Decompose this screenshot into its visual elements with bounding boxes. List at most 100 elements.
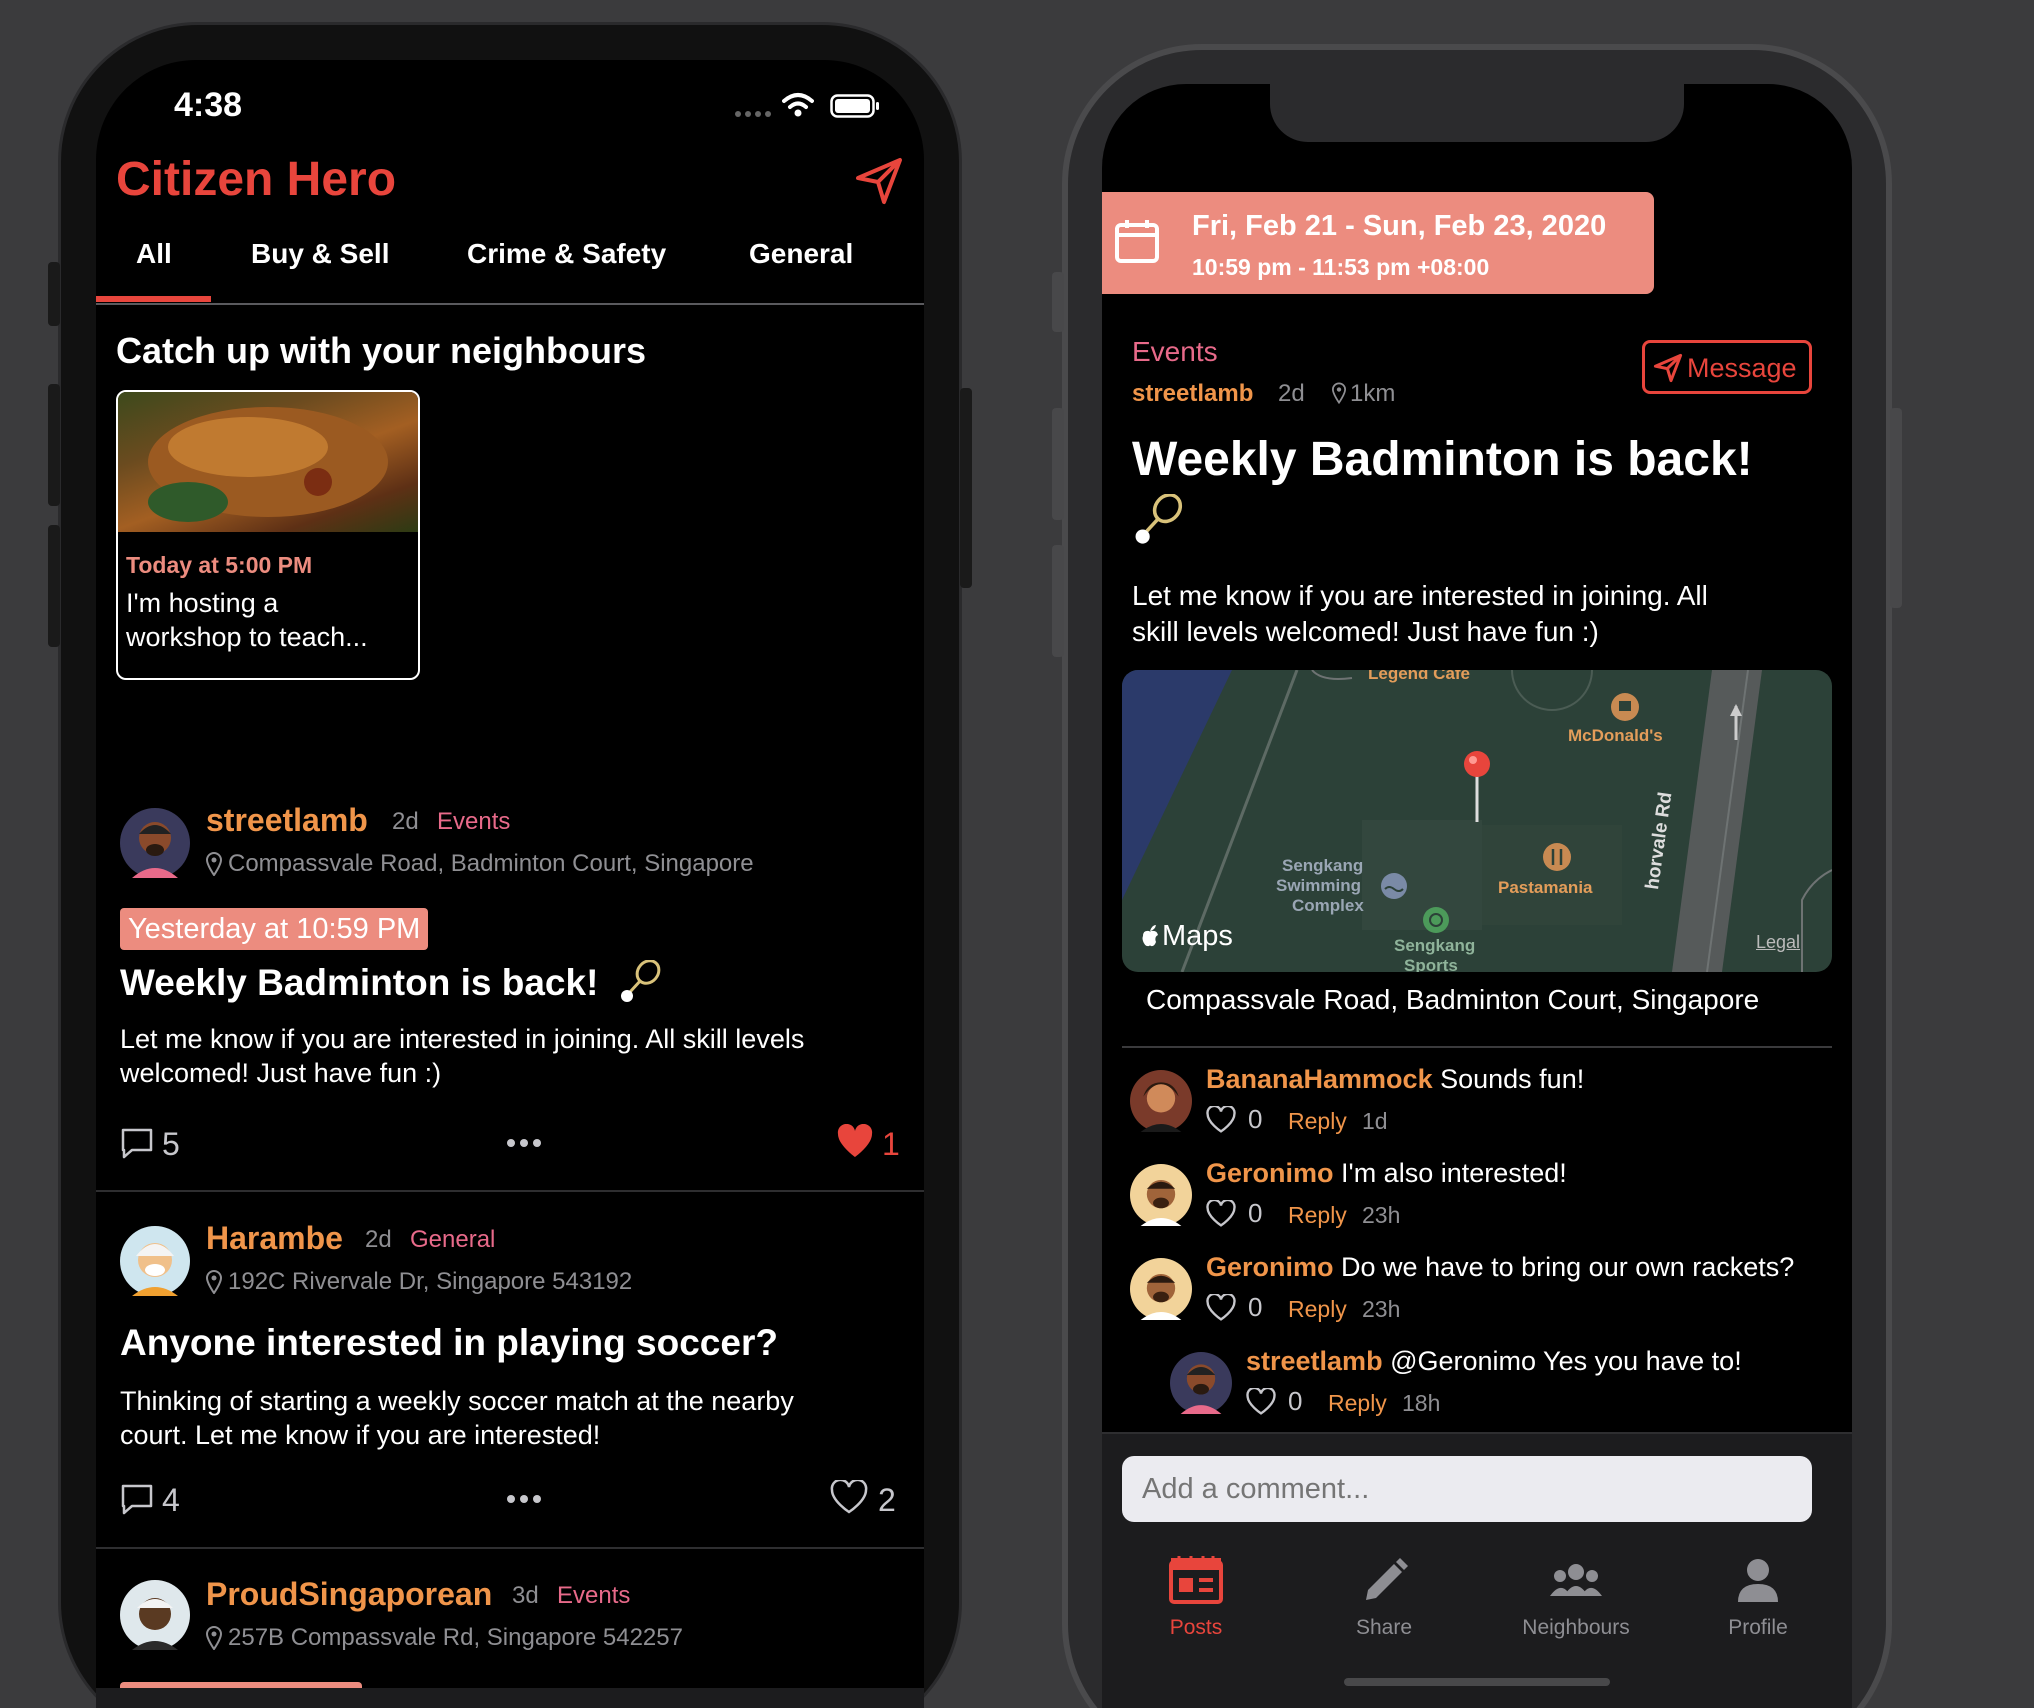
comment-author[interactable]: Geronimo — [1206, 1252, 1334, 1282]
post-body-1: Let me know if you are interested in joi… — [120, 1024, 805, 1054]
comment-count: 4 — [162, 1482, 180, 1518]
post-location: 192C Rivervale Dr, Singapore 543192 — [228, 1268, 633, 1295]
apple-logo-icon — [1140, 924, 1160, 948]
heart-outline-icon[interactable] — [1206, 1106, 1236, 1133]
more-options-icon[interactable] — [506, 1494, 542, 1504]
event-times: 10:59 pm - 11:53 pm +08:00 — [1192, 254, 1490, 280]
comment-likes: 0 — [1248, 1104, 1263, 1134]
heart-outline-icon[interactable] — [1206, 1200, 1236, 1227]
nav-posts[interactable]: Posts — [1122, 1556, 1270, 1640]
nav-neighbours[interactable]: Neighbours — [1486, 1556, 1666, 1640]
nav-share[interactable]: Share — [1310, 1556, 1458, 1640]
post-body-1: Let me know if you are interested in joi… — [1132, 580, 1708, 611]
reply-button[interactable]: Reply — [1288, 1108, 1347, 1135]
tab-buy-sell[interactable]: Buy & Sell — [251, 238, 389, 270]
app-title: Citizen Hero — [116, 153, 397, 206]
highlight-card-text-1: I'm hosting a — [126, 588, 279, 618]
map-label-mcdonalds: McDonald's — [1568, 726, 1663, 745]
post-body-2: skill levels welcomed! Just have fun :) — [1132, 616, 1599, 647]
food-image — [118, 392, 418, 532]
location-pin-icon — [1332, 382, 1346, 404]
reply-button[interactable]: Reply — [1288, 1202, 1347, 1229]
like-count: 1 — [882, 1126, 900, 1162]
nav-profile[interactable]: Profile — [1684, 1556, 1832, 1640]
post-body-1: Thinking of starting a weekly soccer mat… — [120, 1386, 794, 1416]
calendar-icon — [1114, 218, 1160, 264]
post-category[interactable]: Events — [437, 808, 510, 836]
comment-input[interactable] — [1122, 1456, 1812, 1522]
post-author[interactable]: streetlamb — [1132, 380, 1253, 408]
nav-neighbours-label: Neighbours — [1522, 1616, 1630, 1639]
map-label-legend: Legend Cafe — [1368, 670, 1471, 683]
location-map[interactable]: Legend Cafe McDonald's Pastamania Sengka… — [1122, 670, 1832, 972]
comment-author[interactable]: Geronimo — [1206, 1158, 1334, 1188]
location-pin-icon — [206, 852, 222, 876]
reply-button[interactable]: Reply — [1288, 1296, 1347, 1323]
legal-link[interactable]: Legal — [1756, 932, 1800, 953]
date-badge: Yesterday at 10:59 PM — [120, 908, 429, 950]
post-card[interactable]: Harambe 2d General 192C Rivervale Dr, Si… — [96, 1160, 924, 1520]
heart-outline-icon[interactable] — [1246, 1388, 1276, 1415]
notch — [300, 60, 720, 122]
left-phone-button — [48, 525, 60, 647]
heart-filled-icon[interactable] — [836, 1124, 874, 1158]
message-button-label: Message — [1687, 353, 1797, 383]
like-count: 2 — [878, 1482, 896, 1518]
post-card[interactable]: ProudSingaporean 3d Events 257B Compassv… — [96, 1520, 924, 1708]
avatar — [120, 1580, 190, 1650]
swimming-icon — [1380, 872, 1408, 900]
post-location: Compassvale Road, Badminton Court, Singa… — [228, 850, 754, 877]
right-phone-button — [1890, 408, 1902, 608]
avatar — [1130, 1258, 1192, 1320]
post-category[interactable]: General — [410, 1226, 495, 1254]
post-age: 2d — [392, 808, 419, 835]
post-age: 3d — [512, 1582, 539, 1609]
comment-author[interactable]: streetlamb — [1246, 1346, 1383, 1376]
status-time: 4:38 — [174, 86, 243, 124]
maps-attribution: Maps — [1162, 920, 1233, 952]
post-author[interactable]: streetlamb — [206, 802, 368, 839]
comment-age: 23h — [1362, 1202, 1401, 1228]
tab-all[interactable]: All — [136, 238, 172, 270]
comment-icon[interactable] — [120, 1126, 154, 1160]
avatar — [120, 1226, 190, 1296]
map-poi-icon — [1542, 842, 1572, 872]
post-category[interactable]: Events — [1132, 336, 1218, 368]
battery-icon — [830, 94, 880, 118]
badminton-icon — [618, 960, 662, 1004]
section-title: Catch up with your neighbours — [116, 330, 646, 371]
nav-share-label: Share — [1355, 1616, 1413, 1639]
posts-icon — [1122, 1556, 1270, 1604]
post-body-2: court. Let me know if you are interested… — [120, 1420, 601, 1450]
post-age: 2d — [1278, 380, 1305, 407]
notch — [1270, 84, 1684, 142]
home-indicator — [1344, 1678, 1610, 1686]
heart-outline-icon[interactable] — [830, 1480, 868, 1514]
comment-author[interactable]: BananaHammock — [1206, 1064, 1433, 1094]
avatar — [1130, 1164, 1192, 1226]
post-title[interactable]: Anyone interested in playing soccer? — [120, 1322, 778, 1364]
post-title[interactable]: Weekly Badminton is back! — [120, 962, 598, 1004]
highlight-card[interactable]: Today at 5:00 PM I'm hosting a workshop … — [116, 390, 420, 680]
post-author[interactable]: ProudSingaporean — [206, 1576, 492, 1613]
left-phone-button — [48, 384, 60, 506]
post-category[interactable]: Events — [557, 1582, 630, 1610]
post-author[interactable]: Harambe — [206, 1220, 343, 1257]
send-icon[interactable] — [854, 156, 904, 206]
left-phone-button — [960, 388, 972, 588]
more-options-icon[interactable] — [506, 1138, 542, 1148]
heart-outline-icon[interactable] — [1206, 1294, 1236, 1321]
reply-button[interactable]: Reply — [1328, 1390, 1387, 1417]
wifi-icon — [782, 92, 814, 118]
comment-line: BananaHammock Sounds fun! — [1206, 1064, 1584, 1095]
tab-general[interactable]: General — [749, 238, 853, 270]
comment-icon[interactable] — [120, 1482, 154, 1516]
right-screen: Fri, Feb 21 - Sun, Feb 23, 2020 10:59 pm… — [1102, 84, 1852, 1708]
message-button[interactable]: Message — [1642, 340, 1812, 394]
nav-profile-label: Profile — [1728, 1616, 1788, 1639]
highlight-card-text-2: workshop to teach... — [126, 622, 368, 652]
map-label-swim-1: Sengkang — [1282, 856, 1364, 875]
tab-crime-safety[interactable]: Crime & Safety — [467, 238, 666, 270]
post-card[interactable]: streetlamb 2d Events Compassvale Road, B… — [96, 740, 924, 1190]
location-pin-icon — [206, 1270, 222, 1294]
